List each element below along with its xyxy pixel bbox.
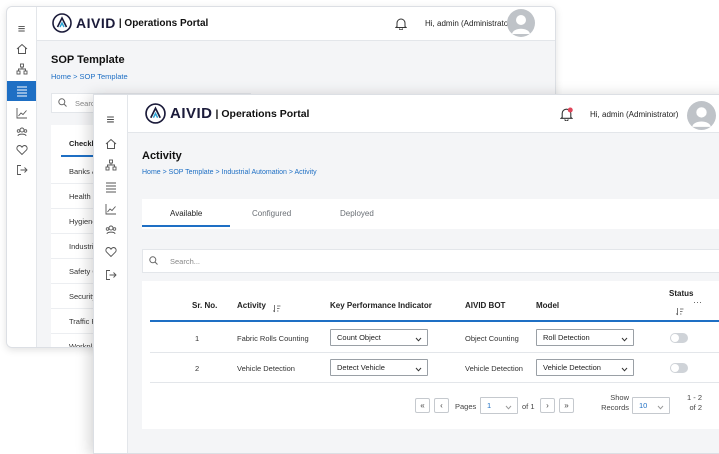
chevron-down-icon: [415, 365, 422, 374]
logout-icon[interactable]: [94, 269, 127, 281]
home-icon[interactable]: [7, 43, 36, 55]
chevron-down-icon: [621, 335, 628, 344]
page-count: of 1: [522, 402, 535, 411]
active-tab-indicator: [142, 225, 230, 227]
sidebar: ≡: [7, 7, 37, 347]
row-divider: [150, 352, 719, 353]
user-greeting: Hi, admin (Administrator): [590, 110, 679, 119]
heart-icon[interactable]: [7, 144, 36, 156]
page-select[interactable]: 1: [480, 397, 518, 414]
portal-name: | Operations Portal: [215, 107, 310, 120]
brand-name: AIVID: [76, 15, 116, 31]
portal-name: | Operations Portal: [118, 17, 209, 29]
header-status: Status: [669, 289, 694, 298]
logo: AIVID | Operations Portal: [145, 103, 309, 124]
model-select-value: Vehicle Detection: [543, 363, 601, 372]
model-select[interactable]: Vehicle Detection: [536, 359, 634, 376]
records-select[interactable]: 10: [632, 397, 670, 414]
tab-deployed[interactable]: Deployed: [340, 209, 374, 218]
users-icon[interactable]: [94, 224, 127, 236]
activity-window: ≡ AIVID | Operations Portal Hi, admin (A…: [93, 94, 719, 454]
prev-page-button[interactable]: ‹: [434, 398, 449, 413]
cell-bot: Vehicle Detection: [465, 364, 523, 373]
logout-icon[interactable]: [7, 164, 36, 176]
list-icon[interactable]: [7, 81, 36, 101]
show-records-label: Show Records: [601, 393, 629, 412]
page-select-value: 1: [487, 401, 492, 410]
cell-activity: Vehicle Detection: [237, 364, 295, 373]
logo-icon: [145, 103, 166, 124]
logo: AIVID | Operations Portal: [52, 13, 208, 33]
chevron-down-icon: [657, 403, 664, 412]
heart-icon[interactable]: [94, 246, 127, 258]
page-title: Activity: [142, 150, 182, 162]
cell-bot: Object Counting: [465, 334, 519, 343]
user-greeting: Hi, admin (Administrator): [425, 19, 514, 28]
avatar-icon[interactable]: [507, 9, 535, 37]
sidebar: ≡: [94, 95, 128, 453]
top-bar: AIVID | Operations Portal Hi, admin (Adm…: [128, 95, 719, 133]
status-toggle[interactable]: [670, 333, 688, 343]
menu-icon[interactable]: ≡: [7, 21, 36, 36]
tab-configured[interactable]: Configured: [252, 209, 291, 218]
more-icon[interactable]: ···: [693, 297, 702, 307]
cell-sr: 1: [195, 334, 200, 343]
kpi-select-value: Detect Vehicle: [337, 363, 385, 372]
records-select-value: 10: [639, 401, 648, 410]
header-activity[interactable]: Activity: [237, 301, 266, 310]
cell-activity: Fabric Rolls Counting: [237, 334, 309, 343]
chart-icon[interactable]: [94, 203, 127, 215]
pages-label: Pages: [455, 402, 477, 411]
row-divider: [150, 382, 719, 383]
menu-icon[interactable]: ≡: [94, 111, 127, 127]
top-bar: AIVID | Operations Portal Hi, admin (Adm…: [37, 7, 555, 41]
last-page-button[interactable]: »: [559, 398, 574, 413]
tab-available[interactable]: Available: [170, 209, 202, 218]
next-page-button[interactable]: ›: [540, 398, 555, 413]
header-divider: [150, 320, 719, 322]
chart-icon[interactable]: [7, 107, 36, 119]
sort-icon[interactable]: [272, 300, 281, 318]
search-placeholder: Searc: [75, 98, 95, 108]
logo-icon: [52, 13, 72, 33]
kpi-select[interactable]: Count Object: [330, 329, 428, 346]
chevron-down-icon: [415, 335, 422, 344]
sitemap-icon[interactable]: [7, 63, 36, 75]
first-page-button[interactable]: «: [415, 398, 430, 413]
header-sr-no: Sr. No.: [192, 301, 218, 310]
cell-sr: 2: [195, 364, 200, 373]
chevron-down-icon: [621, 365, 628, 374]
checklist-header: Checkli: [69, 139, 96, 148]
header-aivid-bot: AIVID BOT: [465, 301, 506, 310]
kpi-select-value: Count Object: [337, 333, 381, 342]
tab-bar: Available Configured Deployed: [142, 199, 719, 229]
header-model: Model: [536, 301, 560, 310]
chevron-down-icon: [505, 403, 512, 412]
users-icon[interactable]: [7, 126, 36, 138]
breadcrumb[interactable]: Home > SOP Template > Industrial Automat…: [142, 169, 317, 176]
sitemap-icon[interactable]: [94, 159, 127, 171]
search-placeholder: Search...: [170, 256, 201, 266]
search-icon: [149, 252, 158, 270]
list-icon[interactable]: [94, 181, 127, 193]
page-title: SOP Template: [51, 54, 125, 66]
search-bar[interactable]: Search...: [142, 249, 719, 273]
model-select[interactable]: Roll Detection: [536, 329, 634, 346]
breadcrumb[interactable]: Home > SOP Template: [51, 72, 128, 81]
bell-icon[interactable]: [559, 107, 574, 126]
sort-icon[interactable]: [675, 303, 684, 321]
home-icon[interactable]: [94, 138, 127, 150]
kpi-select[interactable]: Detect Vehicle: [330, 359, 428, 376]
activity-table-card: Sr. No. Activity Key Performance Indicat…: [142, 281, 719, 429]
brand-name: AIVID: [170, 105, 213, 122]
avatar-icon[interactable]: [687, 101, 716, 130]
header-kpi: Key Performance Indicator: [330, 301, 432, 310]
bell-icon[interactable]: [394, 17, 408, 35]
model-select-value: Roll Detection: [543, 333, 590, 342]
status-toggle[interactable]: [670, 363, 688, 373]
search-icon: [58, 94, 67, 112]
records-range: 1 - 2 of 2: [686, 393, 702, 412]
